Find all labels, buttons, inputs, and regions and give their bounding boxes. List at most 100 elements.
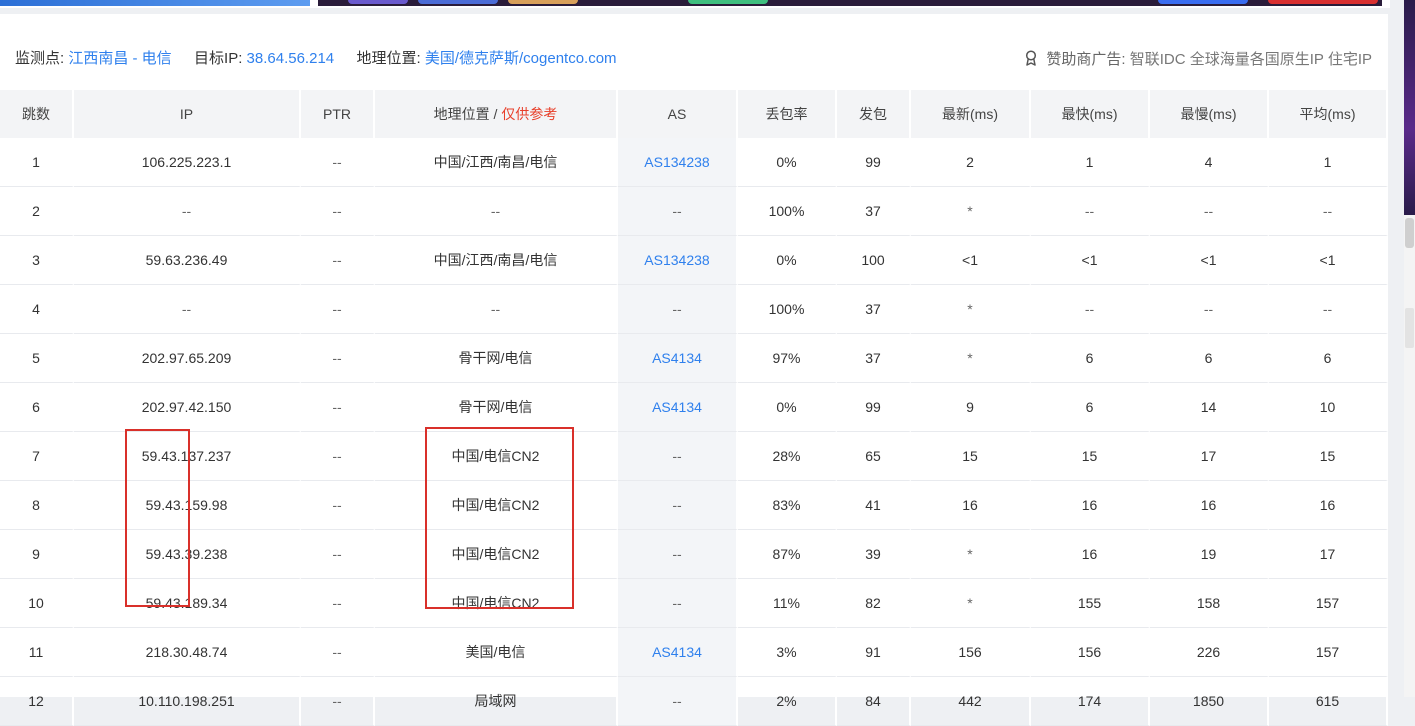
col-sent: 发包 xyxy=(837,90,911,138)
col-loss: 丢包率 xyxy=(738,90,837,138)
cell-loss: 100% xyxy=(738,285,837,334)
cell-as[interactable]: AS4134 xyxy=(618,628,738,677)
cell-avg: -- xyxy=(1269,285,1388,334)
cell-fastest: 15 xyxy=(1031,432,1150,481)
target-ip-value[interactable]: 38.64.56.214 xyxy=(247,50,335,67)
cell-latest: * xyxy=(911,334,1031,383)
sponsor-ad[interactable]: 赞助商广告: 智联IDC 全球海量各国原生IP 住宅IP xyxy=(1024,50,1372,69)
cell-ip: -- xyxy=(74,285,301,334)
cell-fastest: 16 xyxy=(1031,481,1150,530)
cell-hop: 10 xyxy=(0,579,74,628)
cell-fastest: <1 xyxy=(1031,236,1150,285)
cell-ip: 59.43.137.237 xyxy=(74,432,301,481)
cell-ptr: -- xyxy=(301,530,375,579)
banner-right-ad[interactable] xyxy=(318,0,1382,6)
col-latest: 最新(ms) xyxy=(911,90,1031,138)
cell-geo: 中国/电信CN2 xyxy=(375,481,618,530)
table-row: 3 59.63.236.49 -- 中国/江西/南昌/电信 AS134238 0% 100 <… xyxy=(0,236,1388,285)
cell-slowest: 14 xyxy=(1150,383,1269,432)
table-row: 8 59.43.159.98 -- 中国/电信CN2 -- 83% 41 16 16 16 16 xyxy=(0,481,1388,530)
top-banner-strip[interactable] xyxy=(0,0,1390,8)
traceroute-table: 跳数 IP PTR 地理位置 / 仅供参考 AS 丢包率 发包 最新(ms) 最… xyxy=(0,90,1388,726)
cell-sent: 82 xyxy=(837,579,911,628)
cell-as[interactable]: AS134238 xyxy=(618,236,738,285)
cell-geo: -- xyxy=(375,285,618,334)
cell-avg: <1 xyxy=(1269,236,1388,285)
cell-latest: <1 xyxy=(911,236,1031,285)
cell-loss: 28% xyxy=(738,432,837,481)
cell-ip: -- xyxy=(74,187,301,236)
cell-fastest: 1 xyxy=(1031,138,1150,187)
cell-hop: 5 xyxy=(0,334,74,383)
table-row: 2 -- -- -- -- 100% 37 * -- -- -- xyxy=(0,187,1388,236)
cell-avg: 157 xyxy=(1269,628,1388,677)
cell-hop: 1 xyxy=(0,138,74,187)
cell-avg: 157 xyxy=(1269,579,1388,628)
cell-slowest: 19 xyxy=(1150,530,1269,579)
cell-as[interactable]: AS4134 xyxy=(618,334,738,383)
cell-ptr: -- xyxy=(301,579,375,628)
cell-avg: 16 xyxy=(1269,481,1388,530)
cell-sent: 65 xyxy=(837,432,911,481)
cell-slowest: 158 xyxy=(1150,579,1269,628)
cell-slowest: -- xyxy=(1150,187,1269,236)
cell-as[interactable]: AS134238 xyxy=(618,138,738,187)
geo-label: 地理位置: xyxy=(356,50,421,67)
cell-hop: 3 xyxy=(0,236,74,285)
table-header-row: 跳数 IP PTR 地理位置 / 仅供参考 AS 丢包率 发包 最新(ms) 最… xyxy=(0,90,1388,138)
cell-loss: 0% xyxy=(738,383,837,432)
cell-latest: 2 xyxy=(911,138,1031,187)
cell-ptr: -- xyxy=(301,187,375,236)
col-geo: 地理位置 / 仅供参考 xyxy=(375,90,618,138)
cell-hop: 12 xyxy=(0,677,74,726)
cell-loss: 11% xyxy=(738,579,837,628)
cell-avg: 15 xyxy=(1269,432,1388,481)
col-as: AS xyxy=(618,90,738,138)
cell-geo: 中国/电信CN2 xyxy=(375,432,618,481)
cell-avg: 1 xyxy=(1269,138,1388,187)
probe-info: 监测点: 江西南昌 - 电信 目标IP: 38.64.56.214 地理位置: … xyxy=(15,50,617,68)
col-geo-label: 地理位置 / xyxy=(433,106,502,122)
col-avg: 平均(ms) xyxy=(1269,90,1388,138)
cell-fastest: 16 xyxy=(1031,530,1150,579)
scrollbar-thumb[interactable] xyxy=(1405,218,1414,248)
cell-latest: 15 xyxy=(911,432,1031,481)
info-bar: 监测点: 江西南昌 - 电信 目标IP: 38.64.56.214 地理位置: … xyxy=(0,14,1388,90)
col-geo-reference-note: 仅供参考 xyxy=(501,106,558,122)
monitor-value[interactable]: 江西南昌 - 电信 xyxy=(68,50,171,67)
table-row: 1 106.225.223.1 -- 中国/江西/南昌/电信 AS134238 0% 99 2… xyxy=(0,138,1388,187)
cell-ptr: -- xyxy=(301,383,375,432)
cell-geo: 骨干网/电信 xyxy=(375,334,618,383)
cell-ip: 202.97.42.150 xyxy=(74,383,301,432)
cell-geo: 骨干网/电信 xyxy=(375,383,618,432)
cell-ip: 218.30.48.74 xyxy=(74,628,301,677)
award-ribbon-icon xyxy=(1024,50,1038,66)
cell-ptr: -- xyxy=(301,138,375,187)
cell-fastest: -- xyxy=(1031,285,1150,334)
cell-as: -- xyxy=(618,481,738,530)
cell-ptr: -- xyxy=(301,481,375,530)
table-row: 10 59.43.189.34 -- 中国/电信CN2 -- 11% 82 * 155 158 15… xyxy=(0,579,1388,628)
sponsor-text[interactable]: 智联IDC 全球海量各国原生IP 住宅IP xyxy=(1130,51,1372,68)
cell-slowest: <1 xyxy=(1150,236,1269,285)
cell-fastest: 174 xyxy=(1031,677,1150,726)
cell-ptr: -- xyxy=(301,432,375,481)
target-ip-label: 目标IP: xyxy=(194,50,243,67)
cell-hop: 2 xyxy=(0,187,74,236)
col-fastest: 最快(ms) xyxy=(1031,90,1150,138)
cell-ip: 59.43.39.238 xyxy=(74,530,301,579)
side-ad-strip[interactable] xyxy=(1404,0,1415,215)
cell-as: -- xyxy=(618,285,738,334)
geo-value[interactable]: 美国/德克萨斯/cogentco.com xyxy=(425,50,617,67)
col-hop: 跳数 xyxy=(0,90,74,138)
cell-as[interactable]: AS4134 xyxy=(618,383,738,432)
table-row: 9 59.43.39.238 -- 中国/电信CN2 -- 87% 39 * 16 19 17 xyxy=(0,530,1388,579)
table-row: 6 202.97.42.150 -- 骨干网/电信 AS4134 0% 99 9 6 14 10 xyxy=(0,383,1388,432)
cell-as: -- xyxy=(618,187,738,236)
cell-fastest: 155 xyxy=(1031,579,1150,628)
banner-left-ad[interactable] xyxy=(0,0,310,6)
cell-geo: -- xyxy=(375,187,618,236)
cell-fastest: 156 xyxy=(1031,628,1150,677)
traceroute-panel: 监测点: 江西南昌 - 电信 目标IP: 38.64.56.214 地理位置: … xyxy=(0,14,1388,726)
cell-ptr: -- xyxy=(301,236,375,285)
